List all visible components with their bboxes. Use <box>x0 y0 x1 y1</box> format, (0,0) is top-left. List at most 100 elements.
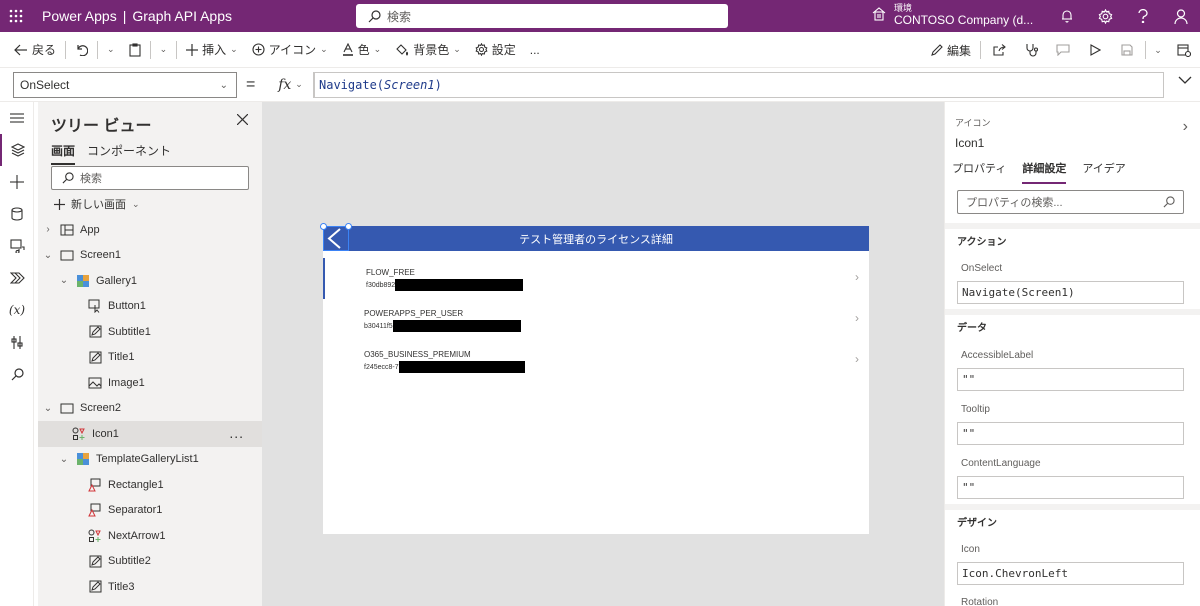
data-cylinder-icon[interactable] <box>0 198 34 230</box>
more-commands-button[interactable]: ... <box>523 32 547 68</box>
comments-button[interactable] <box>1047 32 1079 68</box>
next-arrow-icon[interactable]: › <box>855 352 859 366</box>
close-icon[interactable] <box>237 114 248 125</box>
onselect-field[interactable]: Navigate(Screen1) <box>957 281 1184 304</box>
tab-ideas[interactable]: アイデア <box>1082 160 1125 184</box>
tree-node-subtitle1[interactable]: Subtitle1 <box>38 319 262 345</box>
help-question-icon[interactable] <box>1124 0 1162 32</box>
tree-node-subtitle2[interactable]: Subtitle2 <box>38 549 262 575</box>
fx-label: fx <box>278 77 292 93</box>
share-icon <box>992 44 1006 56</box>
tree-node-button1[interactable]: Button1 <box>38 294 262 320</box>
advanced-tools-icon[interactable] <box>0 326 34 358</box>
chevron-down-icon: ⌄ <box>59 275 69 287</box>
tree-node-gallery1[interactable]: ⌄ Gallery1 <box>38 268 262 294</box>
app-checker-button[interactable] <box>1015 32 1047 68</box>
variables-icon[interactable]: (x) <box>0 294 34 326</box>
tree-node-title3[interactable]: Title3 <box>38 574 262 600</box>
tree-node-nextarrow1[interactable]: NextArrow1 <box>38 523 262 549</box>
chevron-right-icon[interactable]: › <box>1183 118 1188 136</box>
environment-picker[interactable]: 環境 CONTOSO Company (d... <box>872 2 1033 26</box>
tree-node-image1[interactable]: Image1 <box>38 370 262 396</box>
plus-icon <box>186 43 199 56</box>
paste-menu-chevron[interactable]: ⌄ <box>153 32 175 68</box>
icons-button[interactable]: アイコン ⌄ <box>245 32 335 68</box>
tree-node-templategallerylist1[interactable]: ⌄ TemplateGalleryList1 <box>38 447 262 473</box>
selected-back-chevron-icon[interactable] <box>323 226 349 251</box>
power-automate-icon[interactable] <box>0 262 34 294</box>
notifications-bell-icon[interactable] <box>1048 0 1086 32</box>
tab-screens[interactable]: 画面 <box>51 142 76 165</box>
tab-components[interactable]: コンポーネント <box>87 142 171 165</box>
edit-button[interactable]: 編集 <box>924 32 978 68</box>
app-launcher-icon[interactable] <box>0 0 32 32</box>
license-id: f245ecc8-7 <box>364 363 399 371</box>
settings-gear-icon[interactable] <box>1086 0 1124 32</box>
new-screen-button[interactable]: 新しい画面 ⌄ <box>54 196 140 212</box>
fill-bucket-icon <box>396 43 409 56</box>
license-row[interactable]: POWERAPPS_PER_USER b30411f5 › <box>323 299 869 340</box>
save-icon <box>1121 44 1133 56</box>
save-menu-chevron[interactable]: ⌄ <box>1148 32 1168 68</box>
global-search-input[interactable]: 検索 <box>356 4 728 28</box>
tree-node-title1[interactable]: Title1 <box>38 345 262 371</box>
tree-view-layers-icon[interactable] <box>0 134 34 166</box>
plus-icon <box>54 198 65 210</box>
tree-node-screen2[interactable]: ⌄ Screen2 <box>38 396 262 422</box>
tree-node-separator1[interactable]: Separator1 <box>38 498 262 524</box>
background-color-button[interactable]: 背景色 ⌄ <box>388 32 468 68</box>
tree-node-screen1[interactable]: ⌄ Screen1 <box>38 243 262 269</box>
media-icon[interactable] <box>0 230 34 262</box>
tree-node-label: Icon1 <box>92 427 119 440</box>
tab-advanced[interactable]: 詳細設定 <box>1022 160 1067 184</box>
tree-node-rectangle1[interactable]: Rectangle1 <box>38 472 262 498</box>
property-dropdown[interactable]: OnSelect ⌄ <box>13 72 237 98</box>
icon-property-field[interactable]: Icon.ChevronLeft <box>957 562 1184 585</box>
tree-search-input[interactable]: 検索 <box>51 166 249 190</box>
tree-node-icon1[interactable]: Icon1 ... <box>38 421 262 447</box>
more-options-icon[interactable]: ... <box>229 425 244 441</box>
section-design: デザイン <box>957 518 997 529</box>
license-row[interactable]: FLOW_FREE f30db892 › <box>323 258 869 299</box>
insert-button[interactable]: 挿入 ⌄ <box>179 32 245 68</box>
image-icon <box>87 376 103 390</box>
design-canvas[interactable]: テスト管理者のライセンス詳細 FLOW_FREE f30db892 › POWE… <box>262 102 944 606</box>
fx-button[interactable]: fx ⌄ <box>268 72 314 98</box>
tree-node-app[interactable]: › App <box>38 217 262 243</box>
resize-handle[interactable] <box>345 223 352 230</box>
account-person-icon[interactable] <box>1162 0 1200 32</box>
app-screen-preview[interactable]: テスト管理者のライセンス詳細 FLOW_FREE f30db892 › POWE… <box>320 223 869 534</box>
property-search-input[interactable]: プロパティの検索... <box>957 190 1184 214</box>
next-arrow-icon[interactable]: › <box>855 311 859 325</box>
formula-input[interactable]: Navigate(Screen1) <box>314 72 1164 98</box>
insert-plus-icon[interactable] <box>0 166 34 198</box>
next-arrow-icon[interactable]: › <box>855 270 859 284</box>
license-row[interactable]: O365_BUSINESS_PREMIUM f245ecc8-7 › <box>323 340 869 381</box>
share-button[interactable] <box>983 32 1015 68</box>
tooltip-field[interactable]: "" <box>957 422 1184 445</box>
publish-button[interactable] <box>1168 32 1200 68</box>
content-language-field[interactable]: "" <box>957 476 1184 499</box>
accessible-label-field[interactable]: "" <box>957 368 1184 391</box>
resize-handle[interactable] <box>320 223 327 230</box>
tree-node-list: › App ⌄ Screen1 ⌄ Gallery1 Button1 Subti… <box>38 217 262 600</box>
preview-play-button[interactable] <box>1079 32 1111 68</box>
command-bar: 戻る ⌄ ⌄ 挿入 ⌄ アイコン ⌄ 色 ⌄ 背景色 ⌄ 設定 ... 編集 ⌄ <box>0 32 1200 68</box>
back-button[interactable]: 戻る <box>0 32 63 68</box>
chevron-down-icon: ⌄ <box>373 44 382 54</box>
settings-button[interactable]: 設定 <box>468 32 523 68</box>
undo-button[interactable] <box>68 32 95 68</box>
tree-node-label: Screen1 <box>80 249 121 262</box>
hamburger-menu-icon[interactable] <box>0 102 34 134</box>
color-button[interactable]: 色 ⌄ <box>335 32 389 68</box>
search-icon[interactable] <box>0 358 34 390</box>
tab-properties[interactable]: プロパティ <box>952 160 1006 184</box>
expand-formula-chevron-icon[interactable] <box>1178 76 1192 84</box>
undo-menu-chevron[interactable]: ⌄ <box>100 32 122 68</box>
save-button[interactable] <box>1111 32 1143 68</box>
background-color-label: 背景色 <box>413 43 450 57</box>
paste-button[interactable] <box>122 32 148 68</box>
license-name: FLOW_FREE <box>366 268 415 277</box>
tree-node-label: Screen2 <box>80 402 121 415</box>
divider <box>1145 41 1146 59</box>
